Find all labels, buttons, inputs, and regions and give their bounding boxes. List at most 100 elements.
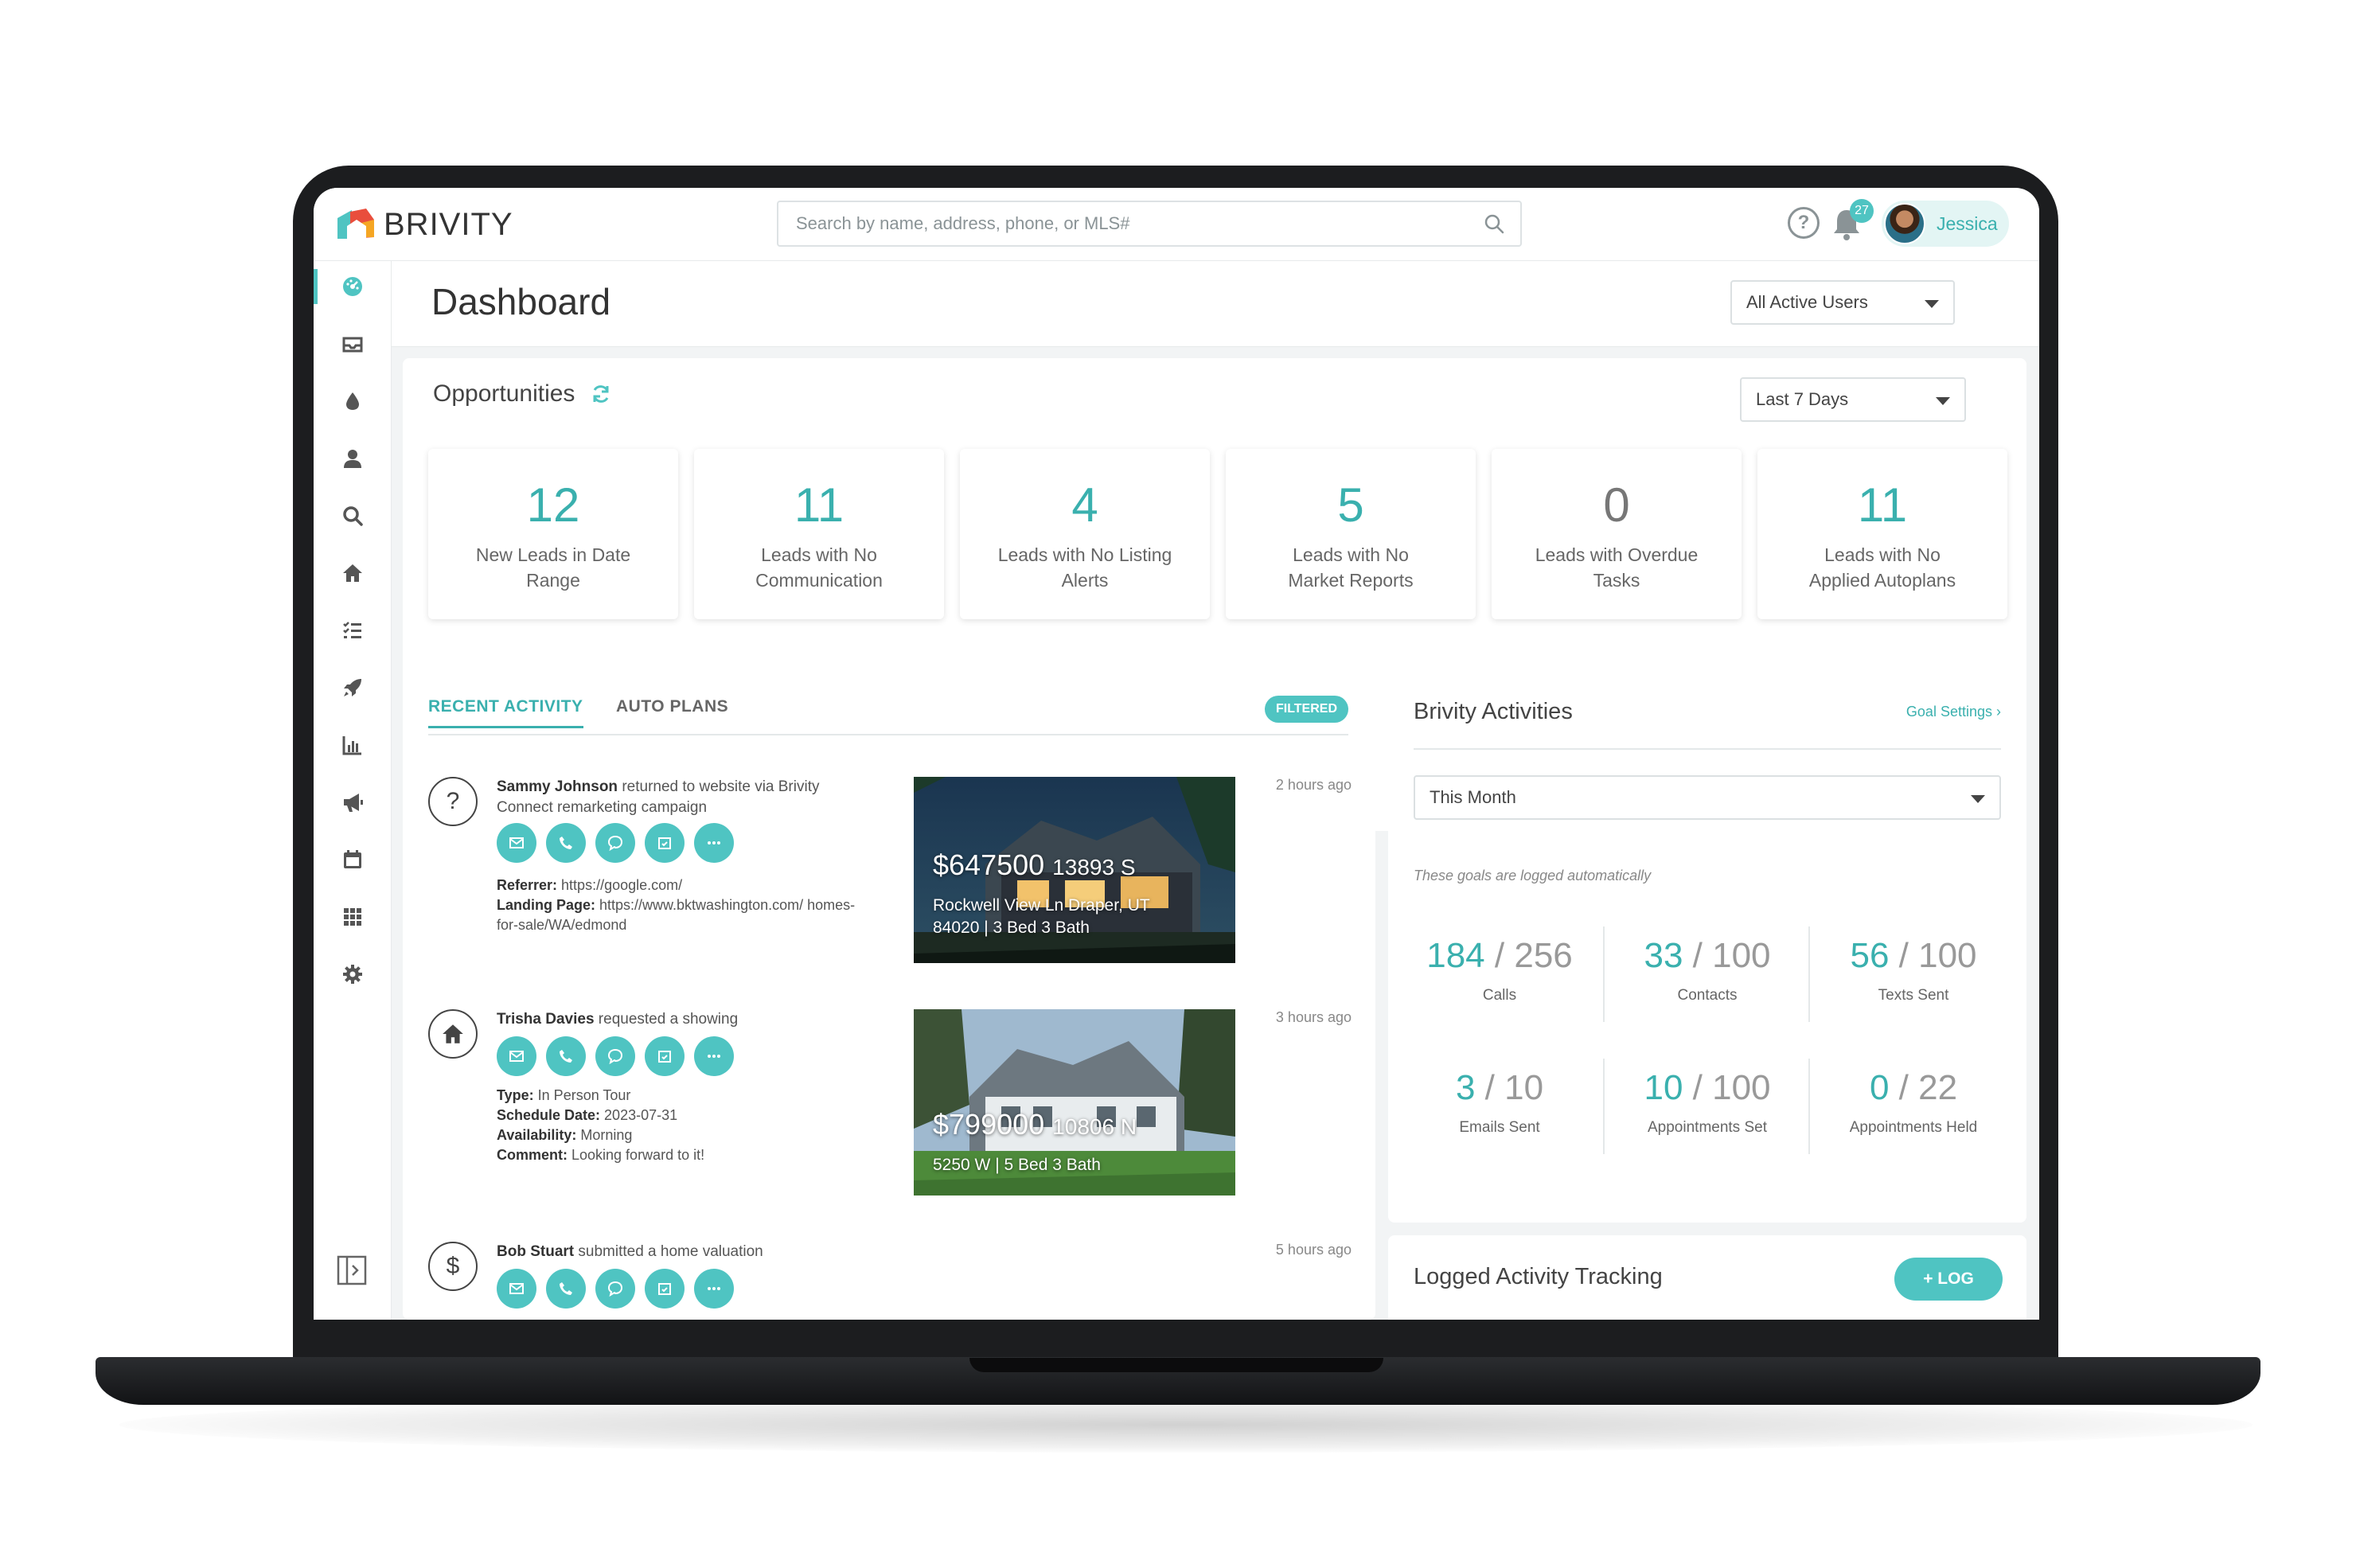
listing-address: 5250 W | 5 Bed 3 Bath (933, 1156, 1101, 1174)
goal-settings-link[interactable]: Goal Settings › (1906, 704, 2001, 720)
logged-activity-panel: Logged Activity Tracking + LOG (1388, 1235, 2026, 1320)
contact-name[interactable]: Bob Stuart (497, 1243, 574, 1260)
question-icon: ? (428, 777, 478, 826)
sidebar-collapse-icon[interactable] (336, 1254, 368, 1286)
detail-value[interactable]: https://google.com/ (557, 877, 682, 893)
calendar-check-icon (658, 837, 671, 849)
opportunity-value: 4 (1071, 478, 1098, 532)
tab-auto-plans[interactable]: AUTO PLANS (616, 697, 728, 726)
email-button[interactable] (497, 1269, 536, 1309)
listing-street-number: 10806 N (1052, 1114, 1137, 1139)
sidebar-item-inbox[interactable] (335, 326, 370, 361)
opportunity-card-new-leads[interactable]: 12 New Leads in Date Range (428, 449, 678, 619)
chevron-down-icon (1925, 300, 1939, 308)
activity-details: Referrer: https://google.com/ Landing Pa… (497, 876, 871, 935)
call-button[interactable] (546, 1036, 586, 1076)
appointment-button[interactable] (645, 1269, 685, 1309)
goal-label: Contacts (1677, 987, 1738, 1004)
search-box[interactable] (777, 201, 1522, 247)
contact-name[interactable]: Trisha Davies (497, 1011, 595, 1028)
activity-description: Bob Stuart submitted a home valuation (497, 1242, 863, 1262)
sidebar-item-people[interactable] (335, 441, 370, 476)
activity-details: Type: In Person Tour Schedule Date: 2023… (497, 1086, 871, 1165)
opportunity-card-no-market-reports[interactable]: 5 Leads with No Market Reports (1226, 449, 1476, 619)
log-button[interactable]: + LOG (1894, 1258, 2003, 1301)
date-range-select[interactable]: Last 7 Days (1740, 377, 1966, 422)
brand-name: BRIVITY (384, 206, 513, 242)
appointment-button[interactable] (645, 1036, 685, 1076)
text-button[interactable] (595, 1269, 635, 1309)
text-button[interactable] (595, 823, 635, 863)
sidebar-item-tasks[interactable] (335, 613, 370, 648)
activity-actions (497, 1036, 743, 1076)
refresh-icon[interactable] (591, 384, 611, 404)
sidebar-item-search[interactable] (335, 498, 370, 533)
sidebar-item-marketing-rocket[interactable] (335, 670, 370, 705)
tab-recent-activity[interactable]: RECENT ACTIVITY (428, 697, 583, 728)
appointment-button[interactable] (645, 823, 685, 863)
megaphone-icon (344, 794, 363, 812)
goal-label: Appointments Set (1648, 1119, 1767, 1136)
opportunity-value: 11 (794, 478, 844, 532)
goal-appointments-held: 0 / 22 Appointments Held (1812, 1068, 2015, 1137)
detail-key: Referrer: (497, 877, 558, 893)
sidebar-item-dashboard[interactable] (335, 269, 370, 304)
call-button[interactable] (546, 1269, 586, 1309)
goal-done: 10 (1644, 1068, 1683, 1107)
user-menu[interactable]: Jessica (1882, 201, 2009, 247)
sidebar-item-drop[interactable] (335, 384, 370, 419)
sidebar-item-settings[interactable] (335, 957, 370, 992)
opportunity-card-no-communication[interactable]: 11 Leads with No Communication (694, 449, 944, 619)
contact-name[interactable]: Sammy Johnson (497, 778, 618, 795)
goal-done: 56 (1850, 936, 1890, 975)
search-input[interactable] (796, 202, 1465, 245)
divider (1808, 1059, 1810, 1154)
sidebar-item-apps[interactable] (335, 899, 370, 934)
opportunity-card-no-autoplans[interactable]: 11 Leads with No Applied Autoplans (1757, 449, 2007, 619)
recent-activity-panel: RECENT ACTIVITY AUTO PLANS FILTERED ? Sa… (403, 672, 1375, 1320)
activity-item: ? Sammy Johnson returned to website via … (428, 777, 1352, 968)
period-select[interactable]: This Month (1414, 775, 2001, 820)
drop-icon (346, 392, 359, 410)
page-title: Dashboard (431, 281, 611, 322)
filtered-badge[interactable]: FILTERED (1264, 696, 1348, 723)
opportunity-label: New Leads in Date Range (475, 544, 631, 591)
opportunity-value: 0 (1603, 478, 1630, 532)
listing-street-number: 13893 S (1052, 855, 1136, 880)
more-button[interactable] (694, 823, 734, 863)
chart-icon (342, 736, 361, 755)
divider (1603, 926, 1605, 1022)
detail-key: Schedule Date: (497, 1107, 601, 1123)
users-filter-select[interactable]: All Active Users (1730, 280, 1955, 325)
goal-done: 33 (1644, 936, 1683, 975)
goal-done: 0 (1869, 1068, 1890, 1107)
opportunity-card-overdue-tasks[interactable]: 0 Leads with Overdue Tasks (1492, 449, 1742, 619)
chevron-down-icon (1936, 397, 1950, 405)
more-button[interactable] (694, 1269, 734, 1309)
phone-icon (560, 1050, 572, 1063)
activity-item: Trisha Davies requested a showing Type: … (428, 1009, 1352, 1200)
email-button[interactable] (497, 823, 536, 863)
help-icon[interactable]: ? (1788, 207, 1820, 239)
detail-key: Landing Page: (497, 897, 596, 913)
search-icon[interactable] (1484, 213, 1504, 234)
listing-card[interactable]: $799000 10806 N 5250 W | 5 Bed 3 Bath (914, 1009, 1235, 1196)
sidebar-item-campaigns[interactable] (335, 785, 370, 820)
chevron-right-icon: › (1996, 704, 2001, 720)
brivity-logo[interactable]: BRIVITY (334, 205, 513, 244)
more-button[interactable] (694, 1036, 734, 1076)
call-button[interactable] (546, 823, 586, 863)
listing-card[interactable]: $647500 13893 S Rockwell View Ln Draper,… (914, 777, 1235, 963)
goal-total: 256 (1514, 936, 1573, 975)
goal-total: 100 (1712, 936, 1771, 975)
opportunity-card-no-listing-alerts[interactable]: 4 Leads with No Listing Alerts (960, 449, 1210, 619)
activity-item: $ Bob Stuart submitted a home valuation … (428, 1242, 1352, 1320)
sidebar-item-listings[interactable] (335, 556, 370, 591)
text-button[interactable] (595, 1036, 635, 1076)
period-value: This Month (1430, 787, 1516, 807)
email-button[interactable] (497, 1036, 536, 1076)
sidebar-item-reports[interactable] (335, 727, 370, 763)
divider (1414, 748, 2001, 750)
sidebar-item-calendar[interactable] (335, 842, 370, 877)
detail-key: Comment: (497, 1147, 568, 1163)
